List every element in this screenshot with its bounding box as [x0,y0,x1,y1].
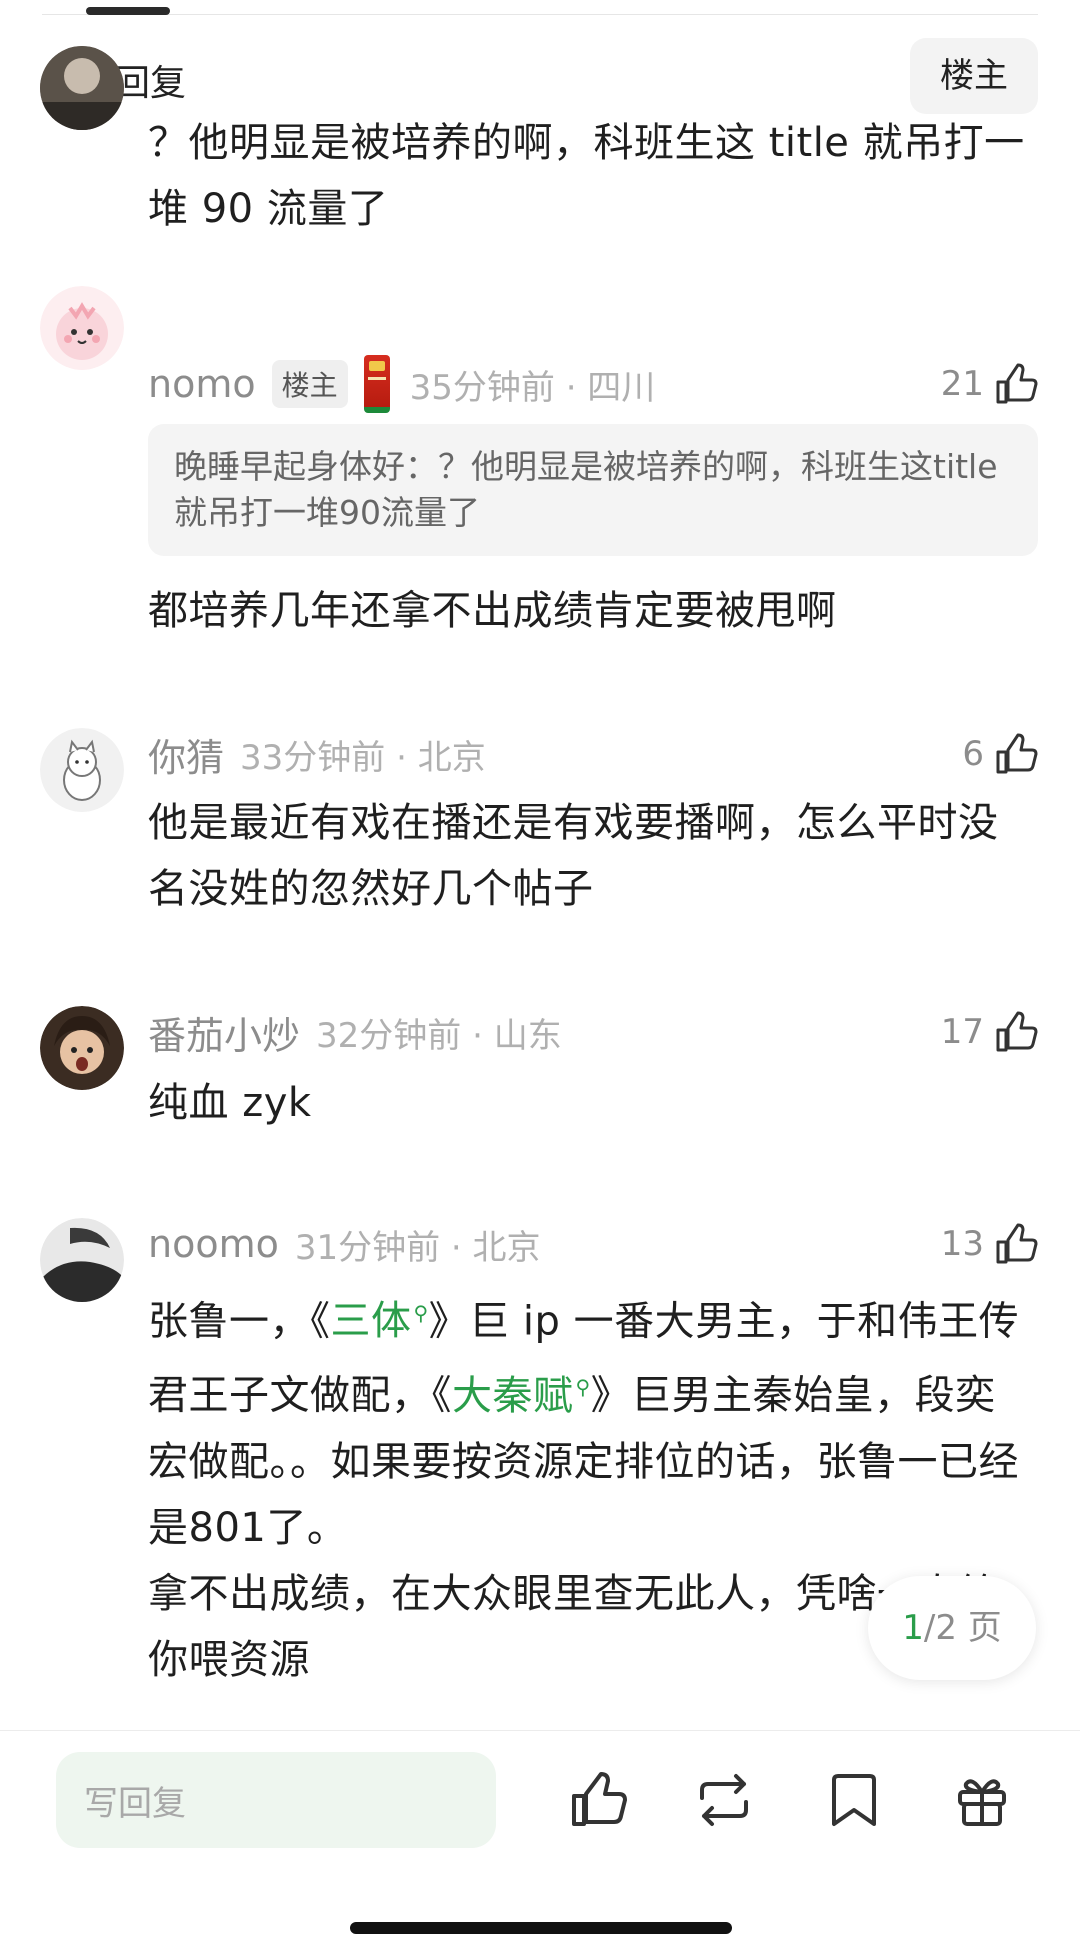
quoted-reply[interactable]: 晚睡早起身体好：？他明显是被培养的啊，科班生这title就吊打一堆90流量了 [148,424,1038,556]
like-control[interactable]: 21 [941,356,1038,412]
current-page: 1 [902,1608,924,1648]
reply-placeholder: 写回复 [84,1784,186,1824]
avatar[interactable] [40,46,124,130]
total-pages: /2 页 [923,1608,1002,1648]
op-only-filter-button[interactable]: 楼主 [910,38,1038,114]
timestamp-location: 35分钟前 · 四川 [409,367,656,408]
timestamp-location: 33分钟前 · 北京 [240,737,486,778]
thumbs-up-icon[interactable] [994,362,1038,406]
search-link-label: 大秦赋 [452,1372,574,1419]
replies-header: 全部回复 楼主 [42,36,1038,116]
username[interactable]: 番茄小炒 [148,1005,300,1060]
search-icon: ⚲ [575,1375,591,1400]
home-indicator[interactable] [350,1922,732,1934]
repost-icon[interactable] [694,1770,754,1830]
thumbs-up-icon[interactable] [994,732,1038,776]
username[interactable]: 你猜 [148,727,224,782]
comment-text-segment: 张鲁一，《 [148,1298,331,1345]
like-control[interactable]: 6 [962,726,1038,782]
bookmark-icon[interactable] [824,1770,884,1830]
username[interactable]: noomo [148,1222,279,1266]
like-count: 17 [940,1012,984,1052]
comment-meta: noomo 31分钟前 · 北京 [148,1216,541,1272]
comment-text: 都培养几年还拿不出成绩肯定要被甩啊 [148,588,837,634]
search-link-daqinfu[interactable]: 大秦赋 ⚲ [452,1373,591,1419]
top-divider [42,14,1038,15]
bottom-divider [0,1730,1080,1731]
page-indicator[interactable]: 1/2 页 [868,1576,1036,1680]
like-control[interactable]: 13 [941,1216,1038,1272]
like-count: 13 [940,1224,984,1264]
medal-icon [363,355,390,413]
search-link-santi[interactable]: 三体 ⚲ [331,1298,429,1344]
like-control[interactable]: 17 [941,1004,1038,1060]
comment-text: ？他明显是被培养的啊，科班生这 title 就吊打一堆 90 流量了 [148,120,1025,232]
avatar[interactable] [40,1006,124,1090]
gift-icon[interactable] [952,1770,1012,1830]
comment-meta: nomo 楼主 35分钟前 · 四川 [148,355,656,413]
timestamp-location: 31分钟前 · 北京 [294,1227,541,1268]
like-count: 6 [962,734,984,774]
timestamp-location: 32分钟前 · 山东 [316,1015,562,1056]
comment-meta: 番茄小炒 32分钟前 · 山东 [148,1004,562,1060]
avatar[interactable] [40,1218,124,1302]
comment-text: 他是最近有戏在播还是有戏要播啊，怎么平时没名没姓的忽然好几个帖子 [148,800,999,912]
comment-text: 纯血 zyk [148,1080,312,1126]
username[interactable]: nomo [148,362,256,406]
avatar[interactable] [40,286,124,370]
search-icon: ⚲ [413,1301,429,1325]
avatar[interactable] [40,728,124,812]
thumbs-up-icon[interactable] [994,1010,1038,1054]
op-badge: 楼主 [271,360,348,408]
thumbs-up-icon[interactable] [994,1222,1038,1266]
thumbs-up-icon[interactable] [568,1770,628,1830]
reply-input[interactable]: 写回复 [56,1752,496,1848]
like-count: 21 [940,364,984,404]
sheet-handle[interactable] [86,7,170,15]
search-link-label: 三体 [330,1298,412,1345]
comment-meta: 你猜 33分钟前 · 北京 [148,726,486,782]
